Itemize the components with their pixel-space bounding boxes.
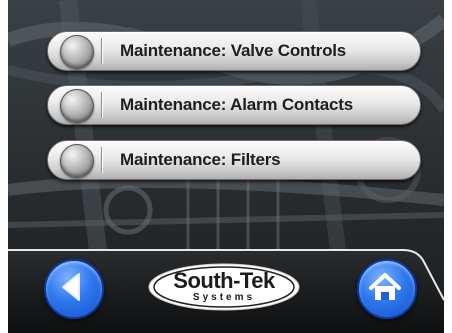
valve-controls-label: Maintenance: Valve Controls <box>120 41 347 60</box>
south-tek-logo: South-Tek Systems <box>147 262 301 312</box>
filters-label: Maintenance: Filters <box>120 150 281 169</box>
divider <box>101 38 102 64</box>
home-button[interactable] <box>357 259 417 319</box>
logo-sub-text: Systems <box>192 292 256 303</box>
filters-button[interactable]: Maintenance: Filters <box>47 140 421 180</box>
divider <box>101 92 102 118</box>
home-icon <box>369 273 401 300</box>
alarm-contacts-label: Maintenance: Alarm Contacts <box>120 95 353 114</box>
button-knob-icon <box>60 144 94 178</box>
button-knob-icon <box>60 35 94 69</box>
divider <box>101 147 102 173</box>
back-button[interactable] <box>44 259 104 319</box>
valve-controls-button[interactable]: Maintenance: Valve Controls <box>47 31 421 71</box>
button-knob-icon <box>60 89 94 123</box>
back-arrow-icon <box>62 273 80 301</box>
screen: Maintenance: Valve Controls Maintenance:… <box>8 0 444 333</box>
alarm-contacts-button[interactable]: Maintenance: Alarm Contacts <box>47 85 421 125</box>
logo-brand-text: South-Tek <box>173 268 275 293</box>
